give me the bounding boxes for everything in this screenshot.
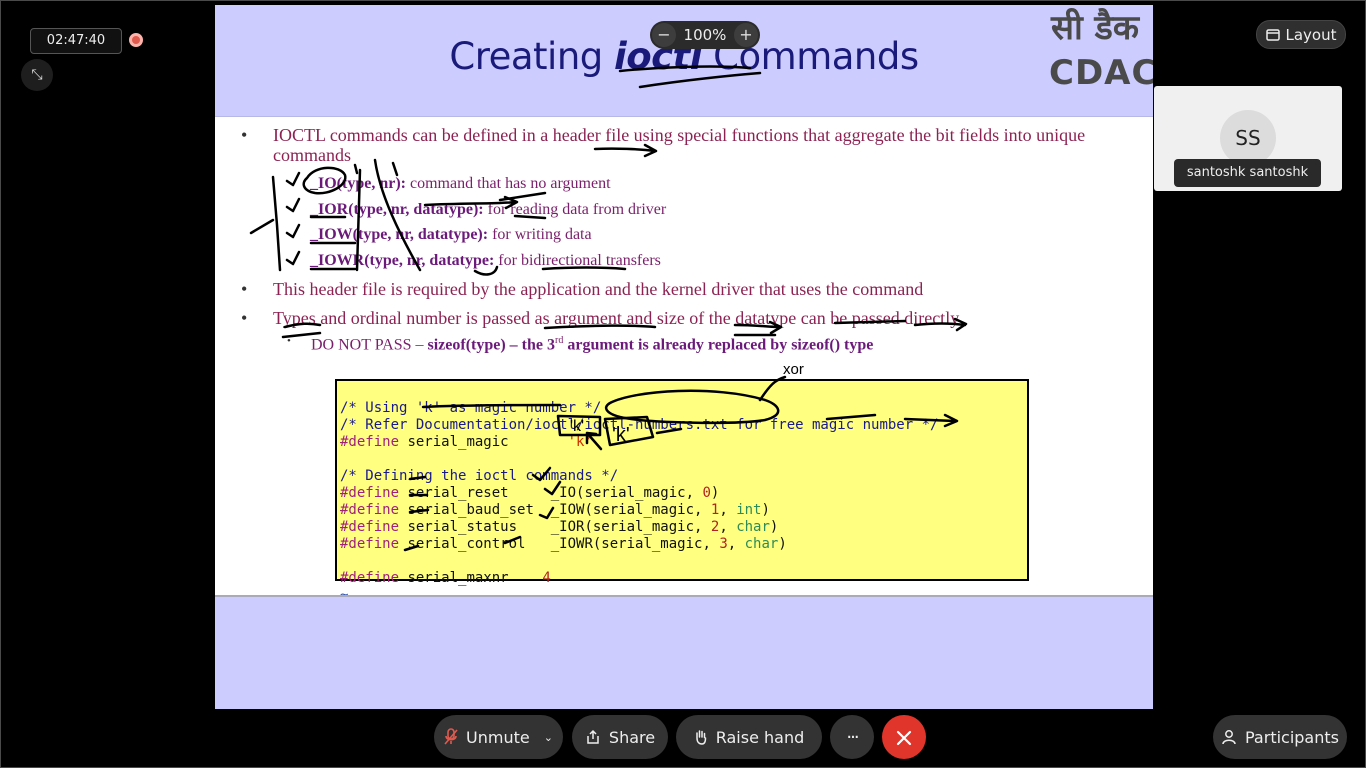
participant-tile[interactable]: SS santoshk santoshk <box>1154 86 1342 191</box>
cdac-logo: सी डैक CDAC <box>1049 7 1153 95</box>
do-not-pass-note: • DO NOT PASS – sizeof(type) – the 3rd a… <box>287 335 874 354</box>
zoom-control: − 100% + <box>650 21 760 49</box>
meeting-timer: 02:47:40 <box>30 28 122 54</box>
cdac-logo-latin: CDAC <box>1049 53 1153 93</box>
code-line: #define serial_magic 'k' <box>340 434 593 450</box>
code-line: /* Refer Documentation/ioctl/ioctl-numbe… <box>340 417 939 433</box>
more-icon: ··· <box>846 726 859 748</box>
person-icon <box>1222 730 1236 745</box>
bullet-1: • IOCTL commands can be defined in a hea… <box>241 125 1086 165</box>
hand-icon <box>695 730 706 745</box>
subbullet-io: _IO(type, nr): command that has no argum… <box>310 175 611 192</box>
cdac-logo-hindi: सी डैक <box>1051 8 1139 48</box>
code-line: #define serial_control _IOWR(serial_magi… <box>340 536 787 552</box>
unmute-button[interactable]: Unmute ⌄ <box>434 715 563 759</box>
raise-hand-button[interactable]: Raise hand <box>676 715 822 759</box>
subbullet-iowr: _IOWR(type, nr, datatype: for bidirectio… <box>310 252 661 269</box>
subbullet-iow: _IOW(type, nr, datatype): for writing da… <box>310 226 592 243</box>
zoom-out-button[interactable]: − <box>652 23 676 47</box>
code-line: #define serial_status _IOR(serial_magic,… <box>340 519 779 535</box>
mic-muted-icon <box>444 728 458 745</box>
code-snippet: /* Using 'k' as magic number *//* Refer … <box>335 379 1029 603</box>
layout-button[interactable]: Layout <box>1256 20 1346 49</box>
participants-button[interactable]: Participants <box>1213 715 1347 759</box>
participants-label: Participants <box>1245 727 1339 747</box>
layout-icon <box>1265 28 1280 41</box>
unmute-label: Unmute <box>466 727 530 747</box>
zoom-in-button[interactable]: + <box>733 23 758 47</box>
code-line: #define serial_reset _IO(serial_magic, 0… <box>340 485 720 501</box>
shared-slide: Creating ioctl Commands सी डैक CDAC • IO… <box>215 5 1153 709</box>
slide-footer <box>215 595 1153 709</box>
recording-indicator-icon <box>129 33 143 47</box>
share-label: Share <box>608 727 656 747</box>
bullet-dot: • <box>241 308 248 328</box>
share-button[interactable]: Share <box>572 715 668 759</box>
slide-body: • IOCTL commands can be defined in a hea… <box>215 117 1153 603</box>
code-line: /* Using 'k' as magic number */ <box>340 400 602 416</box>
code-line: #define serial_maxnr 4 <box>340 570 551 586</box>
bullet-2: • This header file is required by the ap… <box>241 279 924 299</box>
bullet-dot: • <box>241 125 248 145</box>
bullet-dot: • <box>241 279 248 299</box>
zoom-level: 100% <box>683 26 727 44</box>
code-line: #define serial_baud_set _IOW(serial_magi… <box>340 502 770 518</box>
chevron-down-icon[interactable]: ⌄ <box>544 731 553 744</box>
share-icon <box>587 729 599 744</box>
code-line: /* Defining the ioctl commands */ <box>340 468 619 484</box>
participant-name: santoshk santoshk <box>1174 159 1321 187</box>
more-options-button[interactable]: ··· <box>830 715 874 759</box>
leave-call-button[interactable] <box>882 715 926 759</box>
avatar: SS <box>1220 110 1276 166</box>
meeting-window: Creating ioctl Commands सी डैक CDAC • IO… <box>0 0 1366 768</box>
bullet-dot: • <box>287 335 291 347</box>
layout-label: Layout <box>1285 25 1337 44</box>
close-icon <box>896 730 912 746</box>
bullet-3: • Types and ordinal number is passed as … <box>241 308 960 328</box>
raise-hand-label: Raise hand <box>715 727 805 747</box>
collapse-icon[interactable]: ⤡ <box>21 59 53 91</box>
subbullet-ior: _IOR(type, nr, datatype): for reading da… <box>310 201 667 218</box>
